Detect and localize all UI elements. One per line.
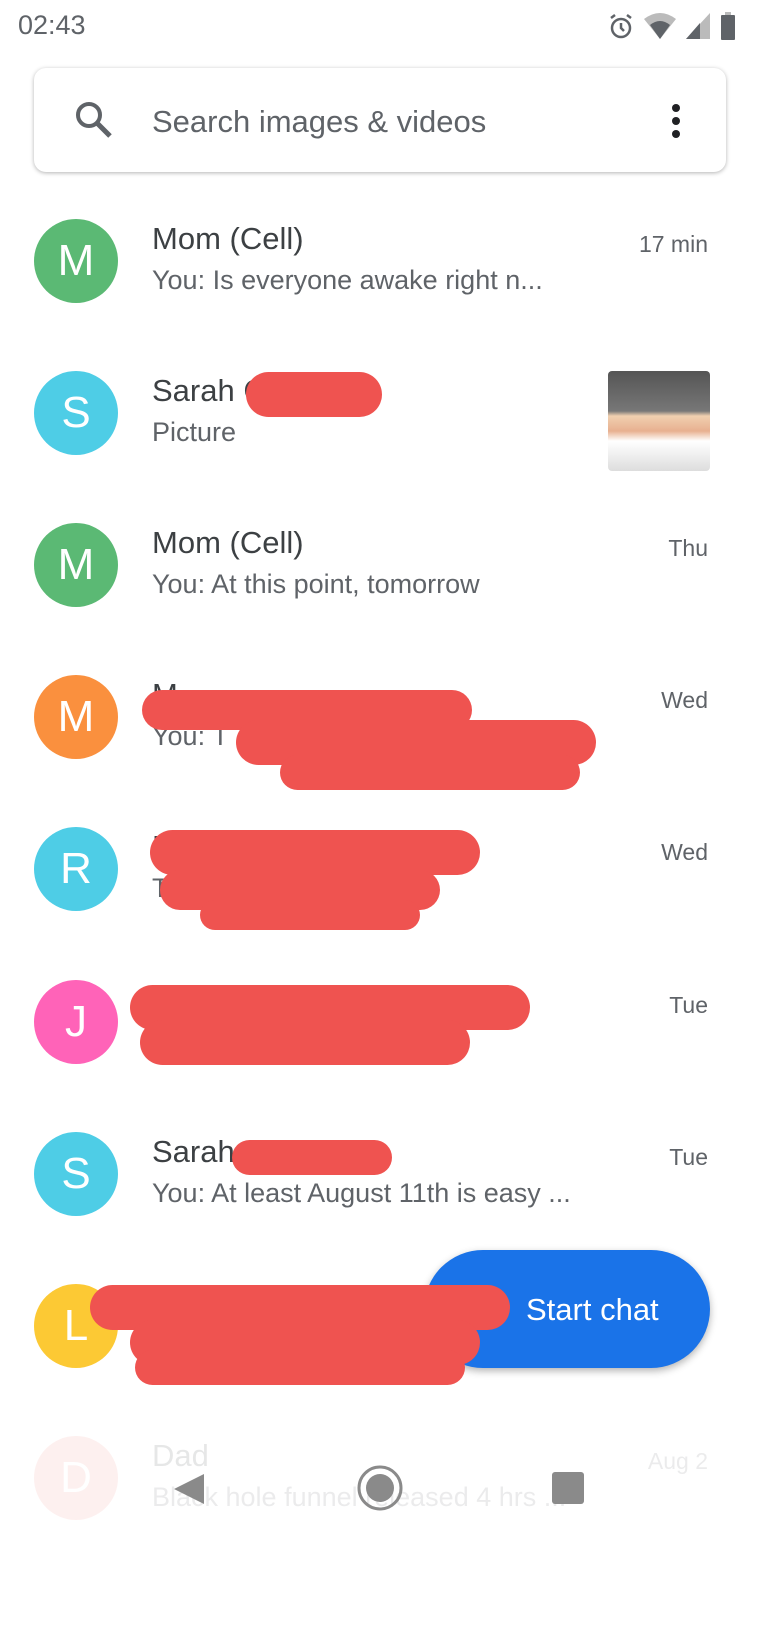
timestamp: Thu bbox=[668, 535, 708, 562]
search-bar[interactable]: Search images & videos bbox=[34, 68, 726, 172]
search-input[interactable]: Search images & videos bbox=[152, 104, 486, 140]
clock: 02:43 bbox=[18, 10, 86, 40]
avatar: S bbox=[34, 371, 118, 456]
contact-name: Mom (Cell) bbox=[152, 525, 304, 561]
avatar: M bbox=[34, 675, 118, 760]
timestamp: Tue bbox=[669, 1143, 708, 1170]
navigation-bar bbox=[0, 1420, 760, 1520]
more-options-icon[interactable] bbox=[672, 104, 680, 138]
message-snippet: Picture bbox=[152, 417, 237, 448]
timestamp: Tue bbox=[669, 991, 708, 1018]
recents-icon[interactable] bbox=[552, 1472, 584, 1504]
message-snippet: You: At least August 11th is easy ... bbox=[152, 1177, 571, 1208]
image-thumbnail[interactable] bbox=[608, 371, 710, 472]
redaction-scribble bbox=[246, 372, 382, 417]
avatar: R bbox=[34, 827, 118, 912]
avatar: S bbox=[34, 1131, 118, 1216]
timestamp: 17 min bbox=[638, 231, 708, 257]
redaction-scribble bbox=[280, 755, 580, 790]
search-icon bbox=[76, 102, 112, 138]
back-icon[interactable] bbox=[172, 1472, 206, 1506]
avatar: M bbox=[34, 219, 118, 303]
redaction-scribble bbox=[150, 830, 480, 875]
contact-name: Sarah bbox=[152, 1133, 235, 1169]
alarm-icon bbox=[610, 14, 632, 39]
wifi-icon bbox=[644, 13, 676, 39]
avatar: J bbox=[34, 979, 118, 1064]
conversation-item[interactable]: S Sarah C Picture bbox=[0, 371, 760, 565]
start-chat-label: Start chat bbox=[526, 1292, 659, 1327]
message-snippet: You: At this point, tomorrow bbox=[152, 569, 480, 600]
redaction-scribble bbox=[135, 1350, 465, 1385]
home-icon[interactable] bbox=[356, 1464, 404, 1512]
avatar: M bbox=[34, 523, 118, 608]
redaction-scribble bbox=[140, 1020, 470, 1065]
message-snippet: You: Is everyone awake right n... bbox=[152, 265, 543, 295]
redaction-scribble bbox=[200, 900, 420, 930]
status-bar: 02:43 bbox=[0, 0, 760, 52]
battery-icon bbox=[721, 12, 735, 40]
signal-icon bbox=[686, 13, 710, 39]
timestamp: Wed bbox=[661, 839, 708, 866]
redaction-scribble bbox=[232, 1140, 392, 1175]
contact-name: Mom (Cell) bbox=[152, 221, 304, 256]
timestamp: Wed bbox=[661, 687, 708, 714]
